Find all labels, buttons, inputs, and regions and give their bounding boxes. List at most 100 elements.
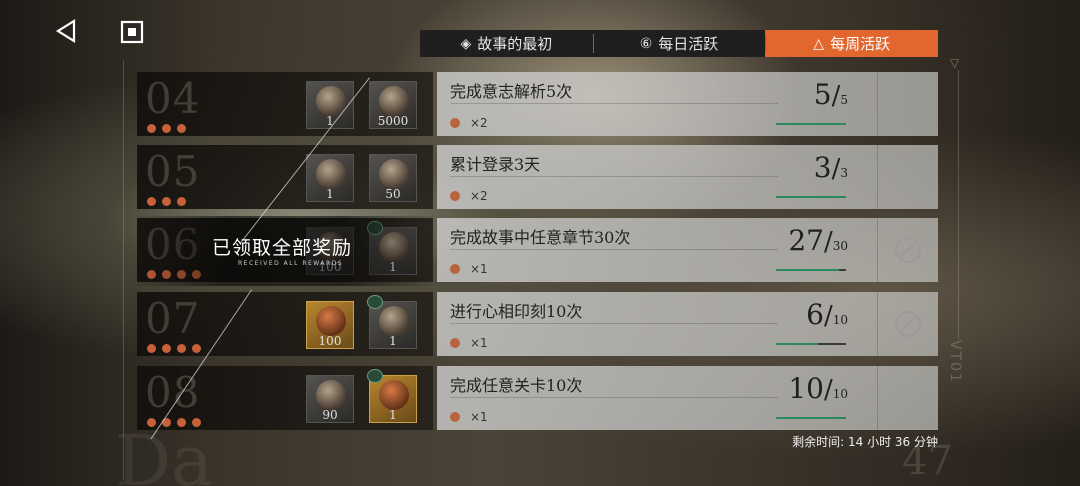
reward-dot [177, 197, 186, 206]
task-title: 完成任意关卡10次 [450, 376, 583, 395]
reward-dot [177, 124, 186, 133]
diamond-icon: ◈ [460, 35, 472, 52]
reward-dot [147, 418, 156, 427]
reward-dot [147, 124, 156, 133]
tab-label: 故事的最初 [477, 35, 553, 53]
reward-quantity: 90 [322, 408, 338, 422]
progress-current: 6 [806, 298, 824, 331]
coin-bundle-icon [379, 86, 409, 116]
reward-quantity: 1 [326, 187, 334, 201]
progress-slash: / [823, 227, 833, 257]
multiplier-label: ×1 [470, 410, 488, 424]
tag-badge-icon [367, 369, 383, 383]
claim-button[interactable] [877, 292, 938, 356]
task-title: 完成故事中任意章节30次 [450, 228, 631, 247]
card-icon [316, 380, 346, 410]
divider-line [450, 176, 778, 177]
point-icon [450, 264, 460, 274]
claimed-check-icon [895, 385, 921, 411]
claimed-check-icon [895, 91, 921, 117]
reward-dot [177, 344, 186, 353]
background-code: VT01 [947, 340, 963, 384]
progress-bar [776, 269, 846, 271]
reward-item[interactable]: 5000 [369, 81, 417, 129]
claim-button[interactable] [877, 72, 938, 136]
claim-button[interactable] [877, 145, 938, 209]
reward-quantity: 5000 [377, 114, 409, 128]
claim-button[interactable] [877, 218, 938, 282]
tab-bar: ◈ 故事的最初 ⑥ 每日活跃 △ 每周活跃 [420, 30, 939, 57]
progress-bar [776, 417, 846, 419]
progress-fill [776, 123, 846, 125]
task-title: 累计登录3天 [450, 155, 541, 174]
task-row: 07 100 1 进行心相印刻10次 ×1 6/10 [137, 292, 938, 356]
tab-label: 每日活跃 [658, 35, 719, 53]
row-number: 05 [145, 147, 201, 196]
reward-item[interactable]: 1 [367, 295, 417, 349]
task-title: 完成意志解析5次 [450, 82, 573, 101]
divider-line [958, 70, 959, 340]
triangle-marker-icon: ▽ [950, 56, 960, 70]
triangle-icon: △ [813, 35, 825, 52]
dot-row [147, 344, 201, 353]
progress-fill [776, 269, 839, 271]
progress-total: 30 [832, 239, 848, 253]
point-icon [450, 118, 460, 128]
divider-line [450, 323, 778, 324]
back-icon[interactable] [54, 18, 80, 44]
reward-item[interactable]: 1 [306, 154, 354, 202]
progress-total: 3 [840, 166, 848, 180]
progress-slash: / [823, 375, 833, 405]
task-row: 04 1 5000 完成意志解析5次 ×2 5/5 [137, 72, 938, 136]
point-icon [450, 412, 460, 422]
progress-text: 10/10 [788, 372, 848, 405]
progress-text: 3/3 [814, 151, 848, 184]
reward-item[interactable]: 1 [367, 369, 417, 423]
progress-text: 5/5 [814, 78, 848, 111]
crystal-icon [379, 159, 409, 189]
locked-icon [895, 311, 921, 337]
task-card: 完成意志解析5次 ×2 5/5 [437, 72, 938, 136]
reward-item[interactable]: 100 [306, 301, 354, 349]
task-multiplier: ×2 [450, 116, 488, 130]
helmet-icon [316, 159, 346, 189]
tab-story-start[interactable]: ◈ 故事的最初 [420, 30, 593, 57]
task-title: 进行心相印刻10次 [450, 302, 583, 321]
multiplier-label: ×2 [470, 116, 488, 130]
progress-current: 5 [813, 78, 832, 111]
reward-quantity: 50 [385, 187, 401, 201]
gem-icon [316, 306, 346, 336]
task-multiplier: ×1 [450, 336, 488, 350]
progress-current: 3 [813, 151, 832, 184]
reward-item[interactable]: 90 [306, 375, 354, 423]
divider-line [123, 60, 124, 480]
task-card: 进行心相印刻10次 ×1 6/10 [437, 292, 938, 356]
reward-panel: 08 90 1 [137, 366, 433, 430]
reward-panel: 04 1 5000 [137, 72, 433, 136]
point-icon [450, 191, 460, 201]
home-icon[interactable] [120, 20, 144, 44]
reward-quantity: 1 [389, 408, 397, 422]
reward-dot [177, 418, 186, 427]
reward-dot [147, 344, 156, 353]
task-multiplier: ×1 [450, 262, 488, 276]
progress-current: 10 [788, 372, 824, 405]
dot-row [147, 197, 186, 206]
task-card: 完成任意关卡10次 ×1 10/10 [437, 366, 938, 430]
claim-button[interactable] [877, 366, 938, 430]
reward-dot [162, 344, 171, 353]
tab-daily-activity[interactable]: ⑥ 每日活跃 [592, 30, 766, 57]
dot-row [147, 124, 186, 133]
divider-line [450, 397, 778, 398]
point-icon [450, 338, 460, 348]
tab-weekly-activity[interactable]: △ 每周活跃 [765, 30, 939, 57]
task-row: 05 1 50 累计登录3天 ×2 3/3 [137, 145, 938, 209]
progress-fill [776, 417, 846, 419]
reward-dot [192, 418, 201, 427]
received-all-rewards-subtitle: RECEIVED ALL REWARDS [238, 260, 344, 267]
progress-fill [776, 196, 846, 198]
reward-dot [162, 197, 171, 206]
task-card: 累计登录3天 ×2 3/3 [437, 145, 938, 209]
reward-item[interactable]: 50 [369, 154, 417, 202]
row-number: 04 [145, 74, 201, 123]
